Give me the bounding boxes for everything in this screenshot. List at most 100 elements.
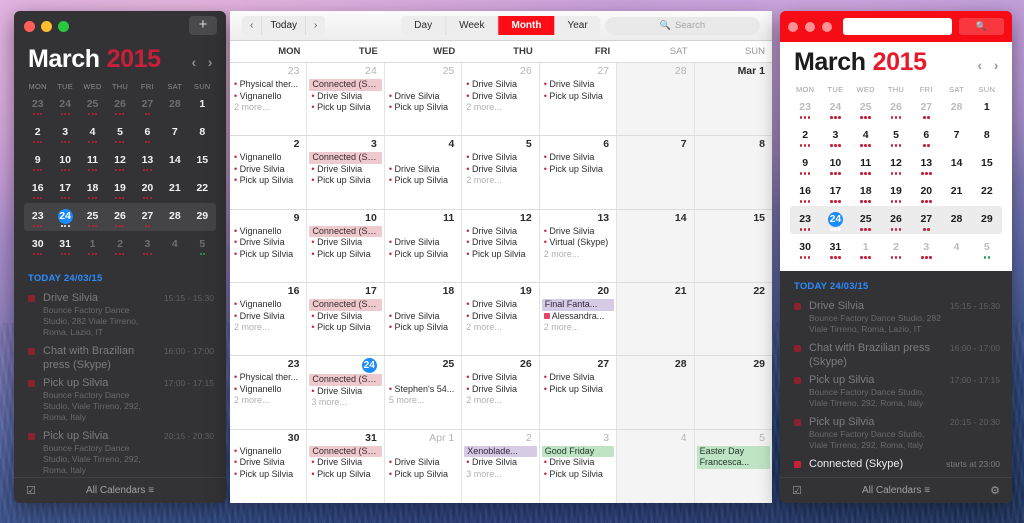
day-cell[interactable]: 5• Drive Silvia• Drive Silvia2 more... bbox=[462, 136, 539, 208]
more-events-link[interactable]: 5 more... bbox=[388, 395, 458, 407]
mini-day-cell[interactable]: 20 bbox=[911, 178, 941, 204]
mini-day-cell[interactable]: 28 bbox=[941, 206, 971, 232]
calendar-event-item[interactable]: • Drive Silvia bbox=[465, 299, 535, 311]
all-calendars-button[interactable]: All Calendars ≡ bbox=[14, 485, 226, 496]
minimize-icon[interactable] bbox=[41, 21, 52, 32]
mini-day-cell[interactable]: 15 bbox=[189, 147, 216, 173]
mini-day-cell[interactable]: 22 bbox=[189, 175, 216, 201]
mini-day-cell[interactable]: 23 bbox=[24, 91, 51, 117]
calendar-event-item[interactable]: Xenoblade... bbox=[464, 446, 536, 458]
day-cell[interactable]: 10Connected (Skype)• Drive Silvia• Pick … bbox=[307, 210, 384, 282]
mini-day-cell[interactable]: 10 bbox=[820, 150, 850, 176]
mini-day-cell[interactable]: 20 bbox=[134, 175, 161, 201]
mini-day-cell[interactable]: 6 bbox=[134, 119, 161, 145]
calendar-event-item[interactable]: • Drive Silvia bbox=[310, 164, 380, 176]
search-field[interactable] bbox=[843, 18, 952, 35]
calendar-event-item[interactable]: • Drive Silvia bbox=[233, 311, 303, 323]
calendar-event-item[interactable]: • Drive Silvia bbox=[388, 91, 458, 103]
mini-day-cell[interactable]: 29 bbox=[189, 203, 216, 229]
calendar-event-item[interactable]: • Drive Silvia bbox=[543, 457, 613, 469]
day-cell[interactable]: 12• Drive Silvia• Drive Silvia• Pick up … bbox=[462, 210, 539, 282]
calendar-event-item[interactable]: • Pick up Silvia bbox=[233, 175, 303, 187]
calendar-event-item[interactable]: • Drive Silvia bbox=[465, 152, 535, 164]
mini-day-cell[interactable]: 25 bbox=[79, 91, 106, 117]
day-cell[interactable]: 25 • Drive Silvia• Pick up Silvia bbox=[385, 63, 462, 135]
mini-day-cell[interactable]: 27 bbox=[911, 206, 941, 232]
mini-day-cell[interactable]: 15 bbox=[972, 150, 1002, 176]
mini-day-cell[interactable]: 24 bbox=[51, 203, 78, 229]
day-cell[interactable]: 3Connected (Skype)• Drive Silvia• Pick u… bbox=[307, 136, 384, 208]
calendar-event-item[interactable]: Alessandra... bbox=[543, 311, 613, 323]
next-month-button[interactable]: › bbox=[994, 57, 998, 73]
day-cell[interactable]: 2Xenoblade...• Drive Silvia3 more... bbox=[462, 430, 539, 503]
mini-day-cell[interactable]: 23 bbox=[790, 94, 820, 120]
day-cell[interactable]: 23• Physical ther...• Vignanello2 more..… bbox=[230, 356, 307, 428]
mini-day-cell[interactable]: 12 bbox=[106, 147, 133, 173]
calendar-event-item[interactable]: Francesca... bbox=[697, 457, 770, 469]
more-events-link[interactable]: 2 more... bbox=[465, 102, 535, 114]
calendar-event-item[interactable]: • Pick up Silvia bbox=[310, 102, 380, 114]
day-cell[interactable]: 4 • Drive Silvia• Pick up Silvia bbox=[385, 136, 462, 208]
mini-day-cell[interactable]: 26 bbox=[106, 203, 133, 229]
view-switcher[interactable]: Day Week Month Year bbox=[401, 16, 600, 35]
calendar-event-item[interactable]: • Pick up Silvia bbox=[543, 384, 613, 396]
calendar-event-item[interactable]: Good Friday bbox=[542, 446, 614, 458]
day-cell[interactable]: 28 bbox=[617, 356, 694, 428]
mini-day-cell[interactable]: 3 bbox=[911, 234, 941, 260]
calendar-event-item[interactable]: Connected (Skype) bbox=[309, 226, 381, 238]
zoom-icon[interactable] bbox=[58, 21, 69, 32]
mini-day-cell[interactable]: 29 bbox=[972, 206, 1002, 232]
day-cell[interactable]: 29 bbox=[695, 356, 772, 428]
day-cell[interactable]: 3Good Friday• Drive Silvia• Pick up Silv… bbox=[540, 430, 617, 503]
day-cell[interactable]: 14 bbox=[617, 210, 694, 282]
calendar-event-item[interactable]: • Pick up Silvia bbox=[310, 322, 380, 334]
list-item[interactable]: Chat with Brazilian press (Skype)16:00 -… bbox=[780, 339, 1012, 371]
mini-day-cell[interactable]: 2 bbox=[106, 231, 133, 257]
minimize-icon[interactable] bbox=[805, 22, 815, 32]
mini-day-cell[interactable]: 24 bbox=[820, 206, 850, 232]
mini-weeks[interactable]: 2324252627281234567891011121314151617181… bbox=[24, 91, 216, 259]
calendar-event-item[interactable]: • Vignanello bbox=[233, 384, 303, 396]
mini-day-cell[interactable]: 25 bbox=[79, 203, 106, 229]
date-nav-group[interactable]: ‹ Today › bbox=[242, 16, 325, 35]
day-cell[interactable]: 28 bbox=[617, 63, 694, 135]
mini-day-cell[interactable]: 25 bbox=[851, 94, 881, 120]
mini-day-cell[interactable]: 23 bbox=[790, 206, 820, 232]
mini-day-cell[interactable]: 1 bbox=[79, 231, 106, 257]
mini-day-cell[interactable]: 8 bbox=[189, 119, 216, 145]
mini-day-cell[interactable]: 26 bbox=[881, 206, 911, 232]
calendar-event-item[interactable]: • Vignanello bbox=[233, 226, 303, 238]
add-event-button[interactable]: + bbox=[189, 16, 217, 35]
calendar-event-item[interactable]: • Virtual (Skype) bbox=[543, 237, 613, 249]
calendar-event-item[interactable]: • Pick up Silvia bbox=[388, 469, 458, 481]
calendar-event-item[interactable]: • Drive Silvia bbox=[310, 311, 380, 323]
close-icon[interactable] bbox=[24, 21, 35, 32]
mini-day-cell[interactable]: 19 bbox=[881, 178, 911, 204]
mini-day-cell[interactable]: 19 bbox=[106, 175, 133, 201]
calendar-event-item[interactable]: • Physical ther... bbox=[233, 372, 303, 384]
day-cell[interactable]: 21 bbox=[617, 283, 694, 355]
calendar-event-item[interactable]: • Pick up Silvia bbox=[233, 469, 303, 481]
prev-period-button[interactable]: ‹ bbox=[242, 16, 262, 35]
calendar-event-item[interactable]: • Drive Silvia bbox=[465, 457, 535, 469]
calendar-event-item[interactable]: Connected (Skype) bbox=[309, 152, 381, 164]
today-button[interactable]: Today bbox=[262, 16, 306, 35]
mini-day-cell[interactable]: 27 bbox=[911, 94, 941, 120]
calendar-event-item[interactable]: • Drive Silvia bbox=[233, 164, 303, 176]
mini-day-cell[interactable]: 9 bbox=[24, 147, 51, 173]
mini-day-cell[interactable]: 7 bbox=[161, 119, 188, 145]
calendar-event-item[interactable]: • Drive Silvia bbox=[465, 91, 535, 103]
calendar-event-item[interactable]: • Drive Silvia bbox=[310, 386, 380, 398]
calendar-event-item[interactable]: • Drive Silvia bbox=[465, 237, 535, 249]
calendar-event-item[interactable]: • Drive Silvia bbox=[310, 91, 380, 103]
calendar-event-item[interactable]: • Drive Silvia bbox=[465, 79, 535, 91]
mini-day-cell[interactable]: 2 bbox=[790, 122, 820, 148]
calendar-event-item[interactable]: • Vignanello bbox=[233, 91, 303, 103]
tab-month[interactable]: Month bbox=[498, 16, 554, 35]
mini-day-cell[interactable]: 3 bbox=[820, 122, 850, 148]
mini-day-cell[interactable]: 10 bbox=[51, 147, 78, 173]
mini-day-cell[interactable]: 23 bbox=[24, 203, 51, 229]
mini-day-cell[interactable]: 16 bbox=[24, 175, 51, 201]
mini-day-cell[interactable]: 1 bbox=[851, 234, 881, 260]
day-cell[interactable]: 8 bbox=[695, 136, 772, 208]
